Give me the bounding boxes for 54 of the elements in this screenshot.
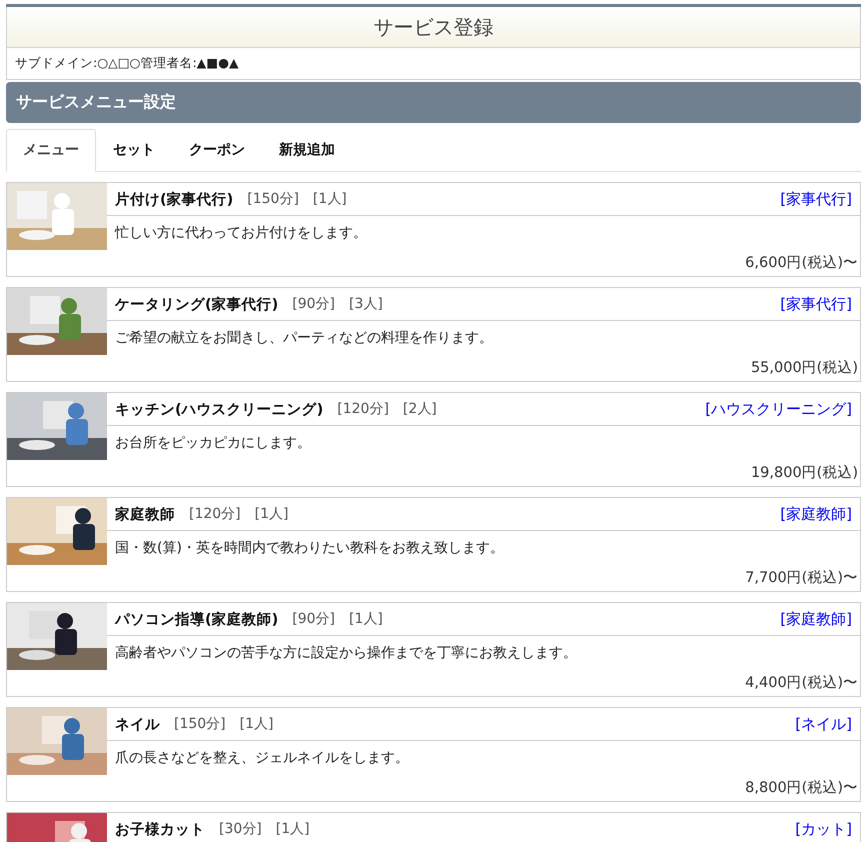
service-name: お子様カット bbox=[115, 820, 205, 838]
category-link[interactable]: [家庭教師] bbox=[780, 504, 852, 524]
service-price: 8,800円(税込)〜 bbox=[745, 780, 858, 796]
service-description: お台所をピッカピカにします。 bbox=[114, 434, 312, 453]
service-price: 6,600円(税込)〜 bbox=[745, 255, 858, 271]
staff-count: [1人] bbox=[312, 190, 347, 208]
service-name: ケータリング(家事代行) bbox=[115, 295, 278, 314]
service-description: 国・数(算)・英を時間内で教わりたい教科をお教え致します。 bbox=[114, 539, 505, 558]
service-duration: [120分] bbox=[337, 400, 389, 418]
service-duration: [90分] bbox=[292, 295, 336, 313]
staff-count: [3人] bbox=[349, 295, 383, 313]
tab[interactable]: メニュー bbox=[6, 129, 96, 172]
service-card[interactable]: ネイル [150分] [1人] [ネイル] 爪の長さなどを整え、ジェルネイルをします。 8,800円(税込)〜 bbox=[6, 707, 861, 802]
service-duration: [150分] bbox=[247, 190, 299, 208]
service-card[interactable]: キッチン(ハウスクリーニング) [120分] [2人] [ハウスクリーニング] お台所をピッカピカにします。 19,800円(税込) bbox=[6, 392, 861, 487]
category-link[interactable]: [家事代行] bbox=[780, 294, 852, 314]
service-name: パソコン指導(家庭教師) bbox=[115, 610, 278, 628]
category-link[interactable]: [家庭教師] bbox=[780, 610, 852, 628]
service-price: 4,400円(税込)〜 bbox=[745, 675, 858, 691]
tab[interactable]: セット bbox=[96, 129, 172, 172]
staff-count: [1人] bbox=[254, 505, 288, 523]
service-card[interactable]: お子様カット [30分] [1人] [カット] bbox=[6, 812, 861, 842]
account-info: サブドメイン:○△□○管理者名:▲■●▲ bbox=[6, 48, 861, 80]
service-price: 55,000円(税込) bbox=[750, 360, 858, 376]
service-duration: [90分] bbox=[292, 610, 336, 628]
service-name: 片付け(家事代行) bbox=[115, 190, 234, 208]
section-title: サービスメニュー設定 bbox=[16, 92, 176, 111]
service-name: キッチン(ハウスクリーニング) bbox=[115, 400, 324, 418]
category-link[interactable]: [カット] bbox=[795, 820, 852, 838]
service-name: 家庭教師 bbox=[115, 505, 175, 524]
tab[interactable]: クーポン bbox=[172, 129, 262, 172]
service-description: ご希望の献立をお聞きし、パーティなどの料理を作ります。 bbox=[114, 329, 494, 348]
page-title: サービス登録 bbox=[374, 14, 494, 40]
service-duration: [30分] bbox=[219, 820, 262, 838]
service-duration: [150分] bbox=[174, 715, 226, 733]
service-description: 爪の長さなどを整え、ジェルネイルをします。 bbox=[114, 749, 410, 768]
staff-count: [1人] bbox=[349, 610, 383, 628]
category-link[interactable]: [ハウスクリーニング] bbox=[705, 400, 852, 418]
service-description: 高齢者やパソコンの苦手な方に設定から操作までを丁寧にお教えします。 bbox=[114, 644, 578, 663]
service-card[interactable]: 片付け(家事代行) [150分] [1人] [家事代行] 忙しい方に代わってお片付けをします。 6,600円(税込)〜 bbox=[6, 182, 861, 277]
service-price: 19,800円(税込) bbox=[750, 465, 858, 481]
staff-count: [1人] bbox=[276, 820, 310, 838]
service-card[interactable]: 家庭教師 [120分] [1人] [家庭教師] 国・数(算)・英を時間内で教わりたい教科をお教え致します。 7,700円(税込)〜 bbox=[6, 497, 861, 592]
service-name: ネイル bbox=[115, 716, 160, 734]
tab[interactable]: 新規追加 bbox=[262, 129, 352, 172]
staff-count: [2人] bbox=[402, 400, 437, 418]
staff-count: [1人] bbox=[240, 715, 274, 733]
service-description: 忙しい方に代わってお片付けをします。 bbox=[114, 224, 368, 243]
category-link[interactable]: [家事代行] bbox=[780, 190, 852, 208]
service-duration: [120分] bbox=[189, 505, 241, 523]
service-card[interactable]: ケータリング(家事代行) [90分] [3人] [家事代行] ご希望の献立をお聞きし、パーティなどの料理を作ります。 55,000円(税込) bbox=[6, 287, 861, 382]
service-price: 7,700円(税込)〜 bbox=[745, 570, 858, 586]
category-link[interactable]: [ネイル] bbox=[795, 714, 852, 734]
service-card[interactable]: パソコン指導(家庭教師) [90分] [1人] [家庭教師] 高齢者やパソコンの苦手な方に設定から操作までを丁寧にお教えします。 4,400円(税込)〜 bbox=[6, 602, 861, 697]
